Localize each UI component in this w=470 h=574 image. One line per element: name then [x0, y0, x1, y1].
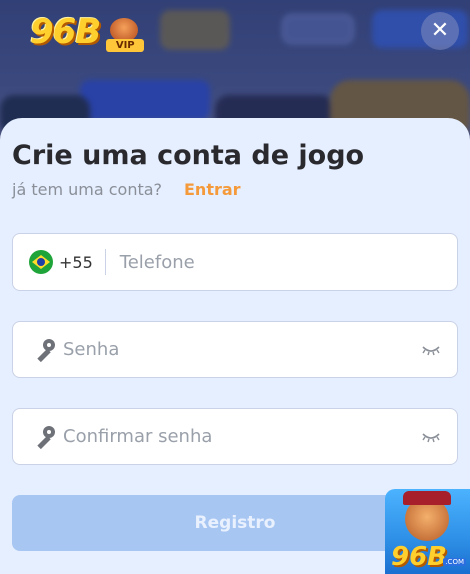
logo-text: 96B [30, 12, 101, 52]
country-code[interactable]: +55 [59, 253, 93, 272]
brazil-flag-icon[interactable] [29, 250, 53, 274]
eye-closed-icon[interactable] [421, 431, 441, 443]
phone-field[interactable]: +55 Telefone [12, 233, 458, 291]
close-button[interactable]: ✕ [421, 12, 459, 50]
promo-floating-button[interactable]: 96B .COM [385, 489, 470, 574]
promo-logo-text: 96B [391, 542, 447, 572]
confirm-password-field[interactable]: Confirmar senha [12, 408, 458, 465]
key-icon [33, 338, 55, 362]
password-field[interactable]: Senha [12, 321, 458, 378]
confirm-password-input[interactable]: Confirmar senha [63, 426, 212, 447]
phone-input[interactable]: Telefone [120, 252, 195, 273]
login-prompt-text: já tem uma conta? [12, 180, 163, 199]
eye-closed-icon[interactable] [421, 344, 441, 356]
password-input[interactable]: Senha [63, 339, 119, 360]
login-link[interactable]: Entrar [184, 180, 241, 199]
promo-domain-badge: .COM [443, 558, 466, 566]
brand-logo: 96B VIP [30, 12, 146, 52]
vip-mascot-icon: VIP [104, 18, 146, 52]
key-icon [33, 425, 55, 449]
field-divider [104, 249, 106, 275]
page-title: Crie uma conta de jogo [12, 140, 365, 171]
pirate-hat-icon [403, 491, 451, 505]
vip-badge: VIP [106, 39, 145, 52]
